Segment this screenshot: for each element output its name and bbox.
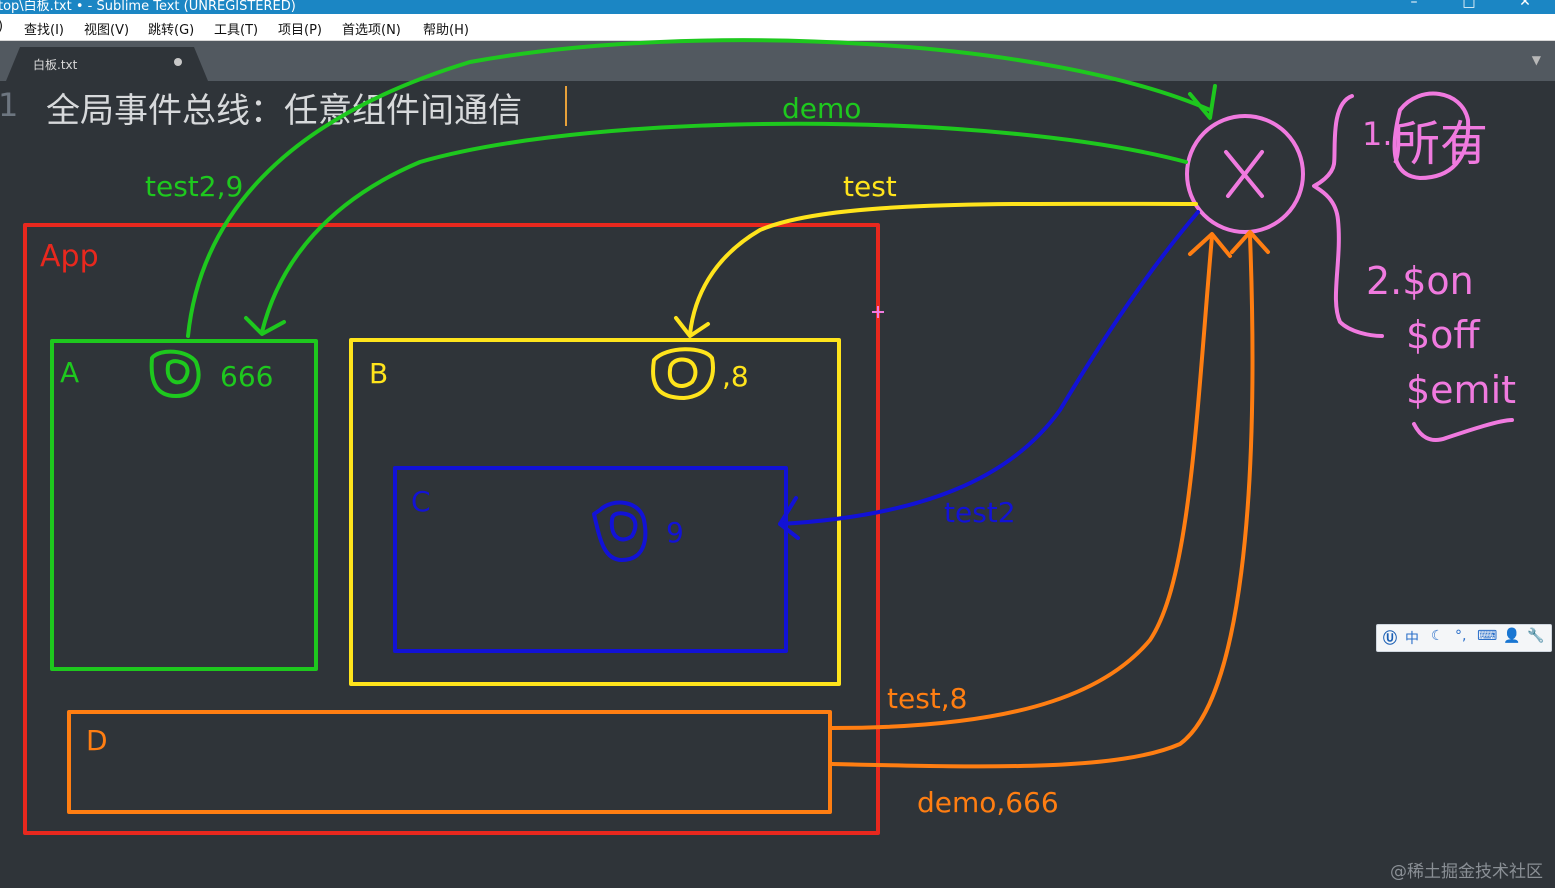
- arrow-d-to-bus-1: [830, 234, 1214, 730]
- ime-user-icon[interactable]: 👤: [1503, 628, 1520, 644]
- watermark: @稀土掘金技术社区: [1390, 862, 1543, 882]
- component-d-label: D: [86, 724, 108, 757]
- arrow-label-test: test: [843, 170, 897, 203]
- a-value: 666: [220, 360, 273, 393]
- note-emit-underline: [1412, 418, 1514, 443]
- component-c-label: C: [411, 485, 431, 518]
- component-a-label: A: [60, 356, 79, 389]
- ime-chinese-mode[interactable]: 中: [1405, 628, 1419, 648]
- arrow-bus-to-c: [778, 210, 1200, 526]
- app-component-box: [23, 223, 880, 835]
- ime-toolbar[interactable]: Ⓤ 中 ☾ °, ⌨ 👤 🔧: [1376, 624, 1552, 652]
- note-emit: $emit: [1406, 368, 1516, 412]
- arrow-label-test2-9: test2,9: [145, 170, 243, 203]
- whiteboard-drawing: .g{stroke:#1ec81e}.y{stroke:#ffe41c}.b{s…: [23, 38, 1516, 835]
- ime-moon-icon[interactable]: ☾: [1431, 628, 1444, 644]
- arrowhead-c-blue: [778, 496, 800, 540]
- ime-keyboard-icon[interactable]: ⌨: [1477, 628, 1497, 644]
- a-handle-icon: [149, 349, 201, 398]
- ime-punctuation-icon[interactable]: °,: [1455, 628, 1466, 644]
- arrow-label-test2: test2: [944, 496, 1016, 529]
- note-1-label: 1.: [1362, 115, 1393, 153]
- c-handle-icon: [592, 500, 648, 562]
- arrow-bus-to-a: [260, 121, 1188, 334]
- b-value: ,8: [722, 360, 749, 393]
- ime-settings-icon[interactable]: 🔧: [1527, 628, 1544, 644]
- note-off: $off: [1406, 313, 1480, 357]
- ime-logo-icon: Ⓤ: [1383, 631, 1397, 647]
- arrow-label-demo-666: demo,666: [917, 786, 1059, 819]
- c-value: 9: [666, 516, 684, 549]
- note-2-on: 2.$on: [1366, 259, 1474, 303]
- app-label: App: [40, 239, 99, 274]
- arrow-label-test-8: test,8: [887, 682, 968, 715]
- note-1-word: 所有: [1392, 116, 1488, 172]
- b-handle-icon: [651, 347, 715, 400]
- crosshair-icon: [872, 306, 884, 318]
- component-d-box: [67, 710, 832, 814]
- component-a-box: [50, 339, 318, 671]
- component-c-box: [393, 466, 788, 653]
- arrow-label-demo: demo: [782, 92, 861, 125]
- arrow-a-to-bus: [186, 38, 1212, 338]
- component-b-label: B: [369, 357, 388, 390]
- event-bus-x-icon: [1224, 150, 1264, 198]
